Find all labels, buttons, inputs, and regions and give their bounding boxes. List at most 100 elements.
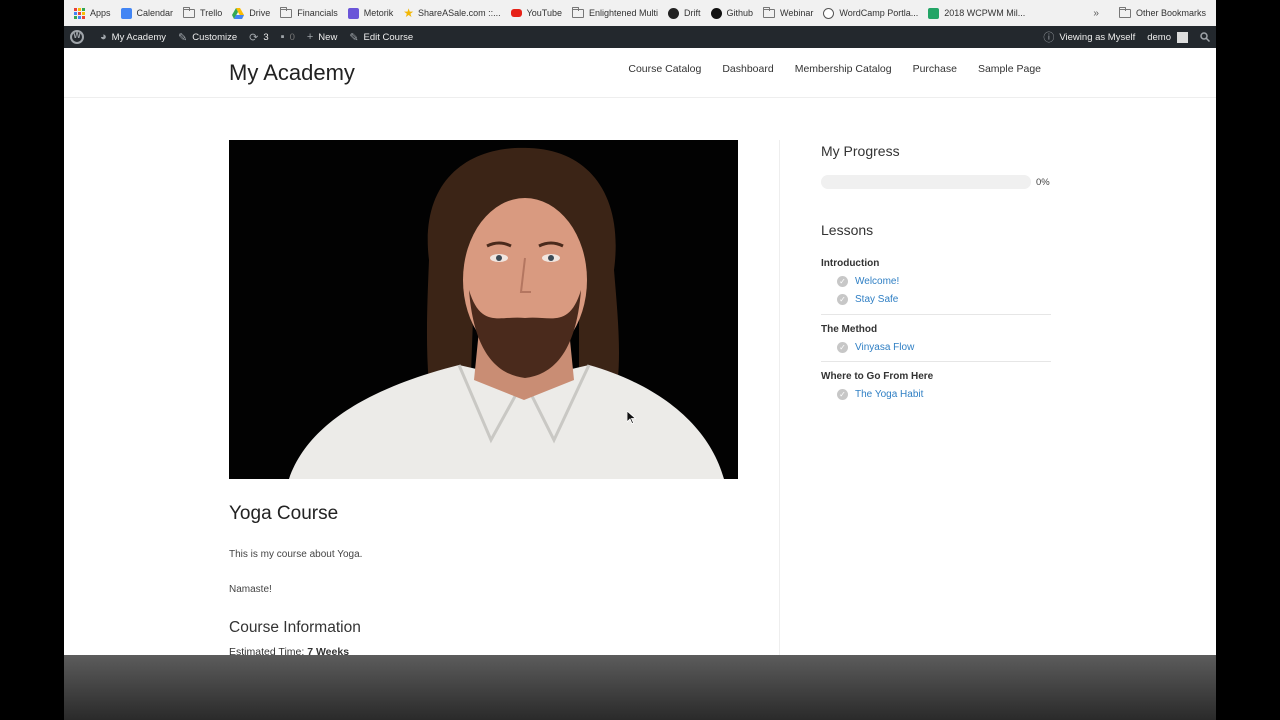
admin-viewing-label: Viewing as Myself — [1059, 31, 1136, 43]
screen-reflection: Course Information Estimated Time: 7 Wee… — [64, 655, 1216, 720]
portrait-image — [229, 140, 738, 479]
info-icon: ⓘ — [1043, 32, 1055, 44]
admin-updates-count: 3 — [263, 31, 269, 43]
other-bookmarks[interactable]: Other Bookmarks — [1118, 6, 1206, 18]
comment-icon: ▪ — [280, 31, 285, 43]
bookmark-label: WordCamp Portla... — [839, 8, 919, 18]
wordpress-icon — [70, 30, 84, 44]
bookmark-youtube[interactable]: YouTube — [510, 8, 562, 18]
site-title[interactable]: My Academy — [229, 60, 355, 86]
bookmark-label: ShareASale.com ::... — [418, 8, 501, 18]
bookmark-label: Drive — [249, 8, 271, 18]
nav-sample-page[interactable]: Sample Page — [978, 63, 1041, 75]
bookmarks-bar: Apps Calendar Trello Drive Financials Me… — [64, 0, 1216, 26]
progress-bar — [821, 175, 1031, 189]
plus-icon: + — [306, 31, 314, 43]
bookmark-label: Enlightened Multi — [588, 8, 659, 18]
progress-heading: My Progress — [821, 143, 900, 159]
folder-icon — [280, 6, 293, 18]
nav-course-catalog[interactable]: Course Catalog — [628, 63, 701, 75]
bookmark-apps[interactable]: Apps — [74, 7, 111, 19]
dashboard-icon: ◕ — [100, 31, 107, 43]
search-icon — [1200, 32, 1210, 42]
section-divider — [821, 314, 1051, 315]
drift-icon — [668, 7, 680, 19]
admin-edit-label: Edit Course — [363, 31, 414, 43]
apps-grid-icon — [74, 7, 85, 19]
admin-user-label: demo — [1147, 31, 1171, 43]
admin-new[interactable]: + New — [307, 31, 337, 43]
admin-site-name[interactable]: ◕ My Academy — [100, 31, 166, 43]
bookmark-github[interactable]: Github — [710, 7, 753, 19]
check-icon: ✓ — [837, 294, 848, 305]
admin-customize[interactable]: ✎ Customize — [178, 31, 237, 44]
folder-icon — [1118, 6, 1131, 18]
section-introduction: Introduction — [821, 258, 880, 269]
youtube-icon — [510, 9, 522, 17]
course-featured-image — [229, 140, 738, 479]
course-description: This is my course about Yoga. — [229, 549, 363, 560]
admin-customize-label: Customize — [192, 31, 238, 43]
section-the-method: The Method — [821, 324, 878, 335]
bookmark-calendar[interactable]: Calendar — [120, 7, 173, 19]
calendar-icon — [120, 7, 132, 19]
lesson-stay-safe[interactable]: ✓ Stay Safe — [837, 294, 898, 305]
bookmark-wcpwm[interactable]: 2018 WCPWM Mil... — [928, 7, 1026, 19]
bookmark-drive[interactable]: Drive — [232, 7, 271, 19]
bookmark-label: Metorik — [363, 8, 394, 18]
bookmark-metorik[interactable]: Metorik — [347, 7, 394, 19]
bookmark-label: Financials — [297, 8, 338, 18]
folder-icon — [763, 6, 776, 18]
bookmark-label: Webinar — [780, 8, 814, 18]
main-nav: Course Catalog Dashboard Membership Cata… — [607, 63, 1041, 75]
admin-updates[interactable]: ⟳ 3 — [249, 31, 269, 44]
lesson-vinyasa-flow[interactable]: ✓ Vinyasa Flow — [837, 342, 914, 353]
sheets-icon — [928, 7, 940, 19]
wp-logo-menu[interactable] — [70, 30, 84, 44]
lesson-yoga-habit[interactable]: ✓ The Yoga Habit — [837, 389, 923, 400]
bookmark-webinar[interactable]: Webinar — [763, 6, 814, 18]
nav-dashboard[interactable]: Dashboard — [722, 63, 773, 75]
estimated-time-label: Estimated Time: — [229, 646, 305, 655]
admin-edit-course[interactable]: ✎ Edit Course — [349, 31, 413, 44]
mouse-cursor-icon — [627, 411, 636, 424]
bookmark-label: Apps — [90, 8, 111, 18]
admin-user-menu[interactable]: demo — [1147, 31, 1188, 43]
lesson-label: Stay Safe — [855, 294, 899, 305]
bookmark-shareasale[interactable]: ★ ShareASale.com ::... — [403, 6, 500, 20]
check-icon: ✓ — [837, 276, 848, 287]
bookmark-wordcamp[interactable]: WordCamp Portla... — [823, 7, 919, 19]
site-page: My Academy Course Catalog Dashboard Memb… — [64, 48, 1216, 655]
bookmark-trello[interactable]: Trello — [183, 6, 223, 18]
course-greeting: Namaste! — [229, 584, 272, 595]
lesson-label: The Yoga Habit — [855, 389, 924, 400]
bookmark-label: YouTube — [526, 8, 562, 18]
bookmark-label: Trello — [200, 8, 223, 18]
nav-purchase[interactable]: Purchase — [913, 63, 957, 75]
pencil-icon: ✎ — [349, 31, 359, 44]
bookmarks-more-button[interactable]: » — [1093, 8, 1099, 19]
admin-comments[interactable]: ▪ 0 — [281, 31, 295, 43]
update-icon: ⟳ — [249, 31, 259, 44]
folder-icon — [183, 6, 196, 18]
metorik-icon — [347, 7, 359, 19]
bookmark-drift[interactable]: Drift — [668, 7, 701, 19]
bookmark-enlightened[interactable]: Enlightened Multi — [571, 6, 659, 18]
github-icon — [710, 7, 722, 19]
star-icon: ★ — [403, 6, 415, 20]
admin-viewing-as[interactable]: ⓘ Viewing as Myself — [1043, 29, 1135, 45]
bookmark-financials[interactable]: Financials — [280, 6, 338, 18]
course-info-heading: Course Information — [229, 619, 361, 636]
check-icon: ✓ — [837, 342, 848, 353]
bookmark-label: Other Bookmarks — [1135, 8, 1206, 18]
lesson-welcome[interactable]: ✓ Welcome! — [837, 276, 899, 287]
content-sidebar-divider — [779, 140, 780, 655]
estimated-time: Estimated Time: 7 Weeks — [229, 646, 349, 655]
wp-admin-bar: ◕ My Academy ✎ Customize ⟳ 3 ▪ 0 + New ✎… — [64, 26, 1216, 48]
course-title: Yoga Course — [229, 503, 339, 524]
estimated-time-value: 7 Weeks — [307, 646, 350, 655]
admin-search[interactable] — [1200, 32, 1210, 42]
bookmark-label: 2018 WCPWM Mil... — [944, 8, 1026, 18]
drive-icon — [232, 7, 245, 19]
nav-membership-catalog[interactable]: Membership Catalog — [795, 63, 892, 75]
